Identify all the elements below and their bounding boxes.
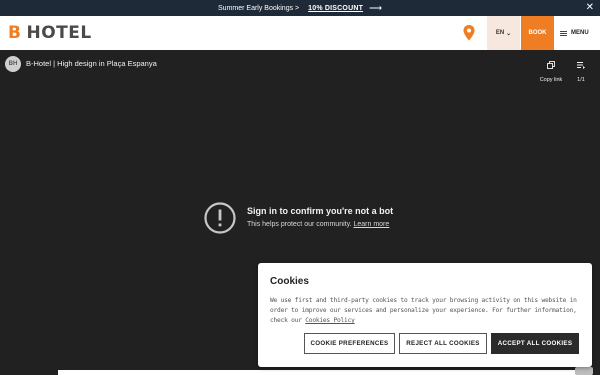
book-button[interactable]: BOOK [521, 16, 554, 50]
bot-check-message: Sign in to confirm you're not a bot This… [204, 202, 424, 238]
logo-b: B [8, 23, 22, 43]
playlist-count: 1/1 [577, 77, 585, 83]
promo-discount-link[interactable]: 10% DISCOUNT [308, 5, 363, 12]
bot-check-text: This helps protect our community. [247, 221, 352, 228]
cookie-dialog: Cookies We use first and third-party coo… [258, 263, 592, 367]
chevron-down-icon: ⌄ [506, 30, 512, 37]
channel-avatar[interactable]: BH [5, 56, 21, 72]
bot-check-title: Sign in to confirm you're not a bot [247, 206, 394, 216]
menu-button[interactable]: MENU [560, 16, 600, 50]
cookie-description: We use first and third-party cookies to … [270, 296, 582, 326]
playlist-icon [577, 62, 585, 69]
menu-label: MENU [571, 30, 589, 36]
site-header: B HOTEL EN ⌄ BOOK MENU [0, 16, 600, 50]
cookie-preferences-button[interactable]: COOKIE PREFERENCES [304, 333, 395, 354]
alert-icon [204, 202, 236, 234]
playlist-button[interactable]: 1/1 [573, 56, 589, 83]
language-selector[interactable]: EN ⌄ [487, 16, 520, 50]
cookie-policy-link[interactable]: Cookies Policy [305, 317, 355, 324]
promo-bar: Summer Early Bookings > 10% DISCOUNT ⟶ ✕ [0, 0, 600, 16]
promo-text: Summer Early Bookings > [218, 4, 300, 12]
video-progress-bar[interactable] [58, 370, 592, 375]
close-icon[interactable]: ✕ [586, 2, 594, 14]
location-pin-icon[interactable] [462, 24, 476, 42]
hotel-logo[interactable]: B HOTEL [8, 24, 92, 42]
reject-all-cookies-button[interactable]: REJECT ALL COOKIES [399, 333, 487, 354]
video-title[interactable]: B-Hotel | High design in Plaça Espanya [26, 59, 157, 68]
hamburger-icon [560, 30, 567, 36]
language-label: EN [495, 30, 505, 36]
copy-link-label: Copy link [539, 77, 563, 83]
play-icon[interactable] [575, 367, 593, 375]
channel-initials: BH [8, 61, 18, 67]
copy-icon [547, 61, 555, 69]
accept-all-cookies-button[interactable]: ACCEPT ALL COOKIES [491, 333, 579, 354]
learn-more-link[interactable]: Learn more [353, 221, 389, 228]
copy-link-button[interactable]: Copy link [537, 56, 565, 83]
logo-text: HOTEL [26, 23, 92, 43]
cookie-title: Cookies [270, 276, 309, 287]
arrow-right-icon[interactable]: ⟶ [369, 3, 382, 13]
bot-check-subtitle: This helps protect our community. Learn … [247, 221, 389, 228]
